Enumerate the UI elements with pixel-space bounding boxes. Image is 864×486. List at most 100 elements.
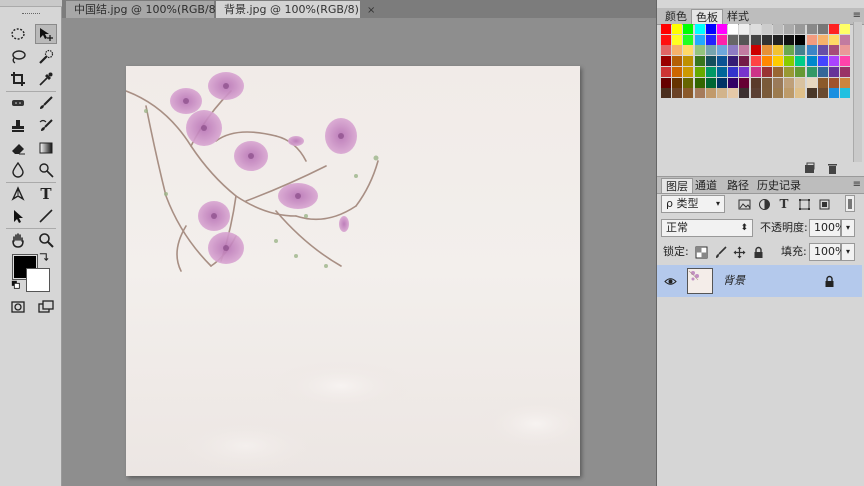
lock-position-button[interactable] <box>732 245 746 259</box>
color-swatch[interactable] <box>739 45 750 56</box>
layer-filter-select[interactable]: ρ 类型 ▾ <box>661 195 725 213</box>
color-swatch[interactable] <box>817 77 828 88</box>
color-swatch[interactable] <box>761 45 772 56</box>
color-swatch[interactable] <box>672 88 683 99</box>
color-swatch[interactable] <box>694 24 705 34</box>
color-swatch[interactable] <box>739 66 750 77</box>
color-swatch[interactable] <box>795 34 806 45</box>
color-swatch[interactable] <box>739 56 750 67</box>
panel-menu-icon[interactable]: ≡ <box>853 179 861 190</box>
lasso-tool[interactable] <box>7 47 29 67</box>
color-swatch[interactable] <box>761 56 772 67</box>
color-swatch[interactable] <box>661 45 671 56</box>
color-swatch[interactable] <box>761 88 772 99</box>
delete-swatch-button[interactable] <box>825 161 839 175</box>
color-swatch[interactable] <box>672 77 683 88</box>
color-swatch[interactable] <box>817 24 828 34</box>
color-swatch[interactable] <box>728 56 739 67</box>
color-swatch[interactable] <box>750 77 761 88</box>
color-swatch[interactable] <box>773 34 783 45</box>
color-swatch[interactable] <box>840 77 851 88</box>
opacity-dropdown[interactable]: ▾ <box>841 219 855 237</box>
color-swatch[interactable] <box>694 88 705 99</box>
screen-mode-button[interactable] <box>35 297 57 317</box>
panel-menu-icon[interactable]: ≡ <box>853 10 861 21</box>
quick-mask-button[interactable] <box>7 297 29 317</box>
color-swatch[interactable] <box>694 56 705 67</box>
color-swatch[interactable] <box>728 77 739 88</box>
document-tab-2[interactable]: 背景.jpg @ 100%(RGB/8) × <box>216 1 375 18</box>
color-swatch[interactable] <box>717 34 727 45</box>
color-swatch[interactable] <box>750 88 761 99</box>
color-swatch[interactable] <box>761 24 772 34</box>
color-swatch[interactable] <box>840 24 851 34</box>
new-swatch-button[interactable] <box>802 161 816 175</box>
color-swatch[interactable] <box>739 34 750 45</box>
layer-visibility-toggle[interactable] <box>663 274 677 288</box>
color-swatch[interactable] <box>728 24 739 34</box>
color-swatch[interactable] <box>717 66 727 77</box>
adjustment-filter-button[interactable] <box>757 197 771 211</box>
color-swatch[interactable] <box>761 66 772 77</box>
color-swatch[interactable] <box>784 56 795 67</box>
color-swatch[interactable] <box>795 24 806 34</box>
color-swatch[interactable] <box>705 24 716 34</box>
color-swatch[interactable] <box>817 88 828 99</box>
document-canvas[interactable] <box>126 66 580 476</box>
color-swatch[interactable] <box>672 45 683 56</box>
gradient-tool[interactable] <box>35 138 57 158</box>
smart-object-filter-button[interactable] <box>817 197 831 211</box>
dodge-tool[interactable] <box>35 160 57 180</box>
elliptical-marquee-tool[interactable] <box>7 24 29 44</box>
color-swatch[interactable] <box>806 56 817 67</box>
color-swatch[interactable] <box>728 66 739 77</box>
color-swatch[interactable] <box>817 34 828 45</box>
color-swatch[interactable] <box>750 24 761 34</box>
color-swatch[interactable] <box>750 34 761 45</box>
color-swatch[interactable] <box>795 77 806 88</box>
color-swatch[interactable] <box>683 56 694 67</box>
pixel-filter-button[interactable] <box>737 197 751 211</box>
tab-channels[interactable]: 通道 <box>691 178 721 193</box>
color-swatch[interactable] <box>694 34 705 45</box>
fill-dropdown[interactable]: ▾ <box>841 243 855 261</box>
blend-mode-select[interactable]: 正常 ⬍ <box>661 219 753 237</box>
color-swatch[interactable] <box>773 66 783 77</box>
background-color-swatch[interactable] <box>26 268 50 292</box>
color-swatch[interactable] <box>817 45 828 56</box>
history-brush-tool[interactable] <box>35 116 57 136</box>
tab-color[interactable]: 颜色 <box>661 9 691 24</box>
tab-history[interactable]: 历史记录 <box>753 178 805 193</box>
color-swatch[interactable] <box>728 88 739 99</box>
lock-pixels-button[interactable] <box>713 245 727 259</box>
tab-layers[interactable]: 图层 <box>661 178 693 193</box>
pen-tool[interactable] <box>7 184 29 204</box>
line-tool[interactable] <box>35 206 57 226</box>
color-swatch[interactable] <box>661 88 671 99</box>
color-swatch[interactable] <box>683 88 694 99</box>
color-swatch[interactable] <box>773 45 783 56</box>
color-swatch[interactable] <box>672 34 683 45</box>
color-swatch[interactable] <box>817 56 828 67</box>
color-swatch[interactable] <box>817 66 828 77</box>
color-swatch[interactable] <box>840 56 851 67</box>
color-swatch[interactable] <box>761 77 772 88</box>
color-swatch[interactable] <box>717 45 727 56</box>
color-swatch[interactable] <box>705 45 716 56</box>
color-swatch[interactable] <box>661 24 671 34</box>
color-swatch[interactable] <box>750 45 761 56</box>
color-swatch[interactable] <box>683 77 694 88</box>
tools-panel-grip[interactable] <box>22 13 40 16</box>
color-swatch[interactable] <box>705 34 716 45</box>
lock-transparent-button[interactable] <box>694 245 708 259</box>
color-swatch[interactable] <box>829 77 839 88</box>
color-swatch[interactable] <box>829 34 839 45</box>
color-swatch[interactable] <box>672 66 683 77</box>
type-filter-button[interactable]: T <box>777 197 791 211</box>
color-swatch[interactable] <box>705 77 716 88</box>
color-swatch[interactable] <box>795 45 806 56</box>
tab-paths[interactable]: 路径 <box>723 178 753 193</box>
color-swatch[interactable] <box>672 24 683 34</box>
color-swatch[interactable] <box>705 88 716 99</box>
color-swatch[interactable] <box>661 34 671 45</box>
